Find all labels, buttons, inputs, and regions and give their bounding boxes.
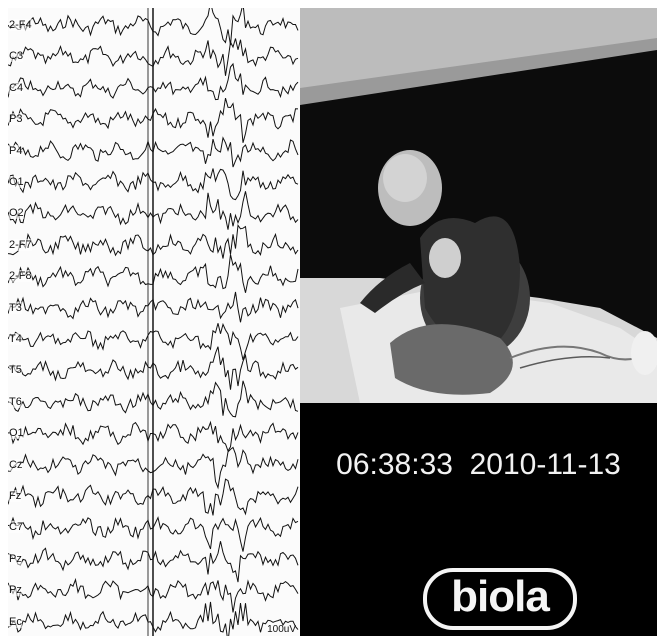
eeg-traces <box>8 8 299 636</box>
channel-label: P4 <box>9 144 23 157</box>
channel-label: 2-F8 <box>9 270 32 283</box>
time-text: 06:38:33 <box>336 448 453 481</box>
channel-label: P3 <box>9 113 23 126</box>
channel-label: Pz <box>9 584 22 597</box>
channel-label: T6 <box>9 395 22 408</box>
timestamp: 06:38:33 2010-11-13 <box>300 448 657 482</box>
channel-label: C3 <box>9 50 24 63</box>
channel-label: Ec <box>9 615 22 628</box>
video-frame <box>300 8 657 403</box>
video-panel: 06:38:33 2010-11-13 biola <box>300 8 657 636</box>
channel-label: T4 <box>9 332 22 345</box>
channel-label: C7 <box>9 521 24 534</box>
eeg-trace-panel: 2-F4 C3 C4 P3 P4 O1 O2 2-F7 2-F8 T3 T4 T5 T6 O1 Cz Fz C7… <box>8 8 300 636</box>
channel-label: Fz <box>9 489 22 502</box>
channel-label: 2-F4 <box>9 18 32 31</box>
channel-label: T3 <box>9 301 22 314</box>
channel-label: O1 <box>9 175 24 188</box>
scale-label: 100uV <box>267 624 296 635</box>
logo-text: biola <box>451 572 550 621</box>
channel-label: T5 <box>9 364 22 377</box>
channel-label: O1 <box>9 427 24 440</box>
biola-logo: biola <box>423 568 577 630</box>
channel-label: Pz <box>9 552 22 565</box>
channel-label: C4 <box>9 81 24 94</box>
channel-label: 2-F7 <box>9 238 32 251</box>
channel-label: Cz <box>9 458 23 471</box>
channel-label: O2 <box>9 207 24 220</box>
date-text: 2010-11-13 <box>469 448 621 481</box>
